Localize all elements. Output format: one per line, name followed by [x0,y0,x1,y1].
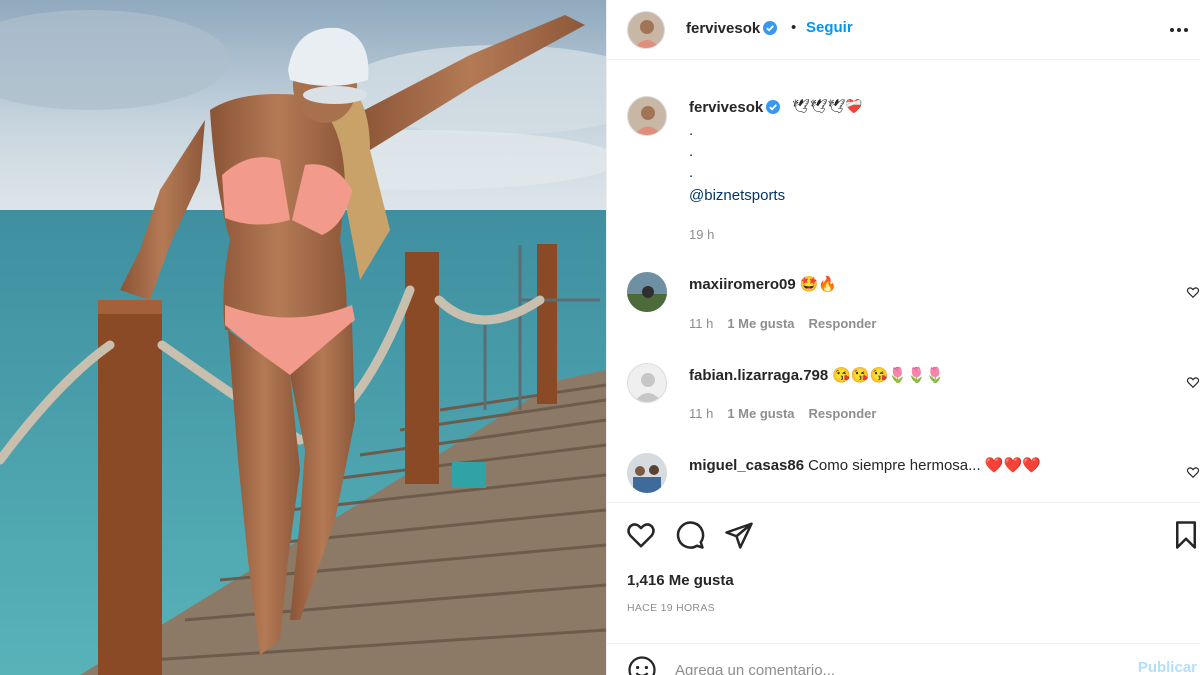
comment-bubble-icon[interactable] [675,520,705,550]
commenter-username[interactable]: maxiiromero09 [689,276,796,293]
post-sidebar: fervivesok • Seguir fervivesok 🕊🕊🕊❤️‍🩹 .… [606,0,1200,675]
paper-plane-icon[interactable] [724,520,754,550]
comment-meta: 11 h 1 Me gusta Responder [689,406,890,421]
comment-body: 🤩🔥 [799,276,838,293]
caption-line: . [689,143,694,160]
caption-username-text: fervivesok [689,99,764,116]
comment-likes[interactable]: 1 Me gusta [727,316,794,331]
post-timestamp[interactable]: HACE 19 HORAS [627,602,715,614]
heart-icon[interactable] [626,520,656,550]
more-options-icon[interactable] [1167,20,1191,40]
commenter-username[interactable]: fabian.lizarraga.798 [689,367,828,384]
comment-text-row: miguel_casas86 Como siempre hermosa... ❤️… [689,456,1041,474]
comment-text-row: fabian.lizarraga.798 😘😘😘🌷🌷🌷 [689,366,944,384]
comment-likes[interactable]: 1 Me gusta [727,406,794,421]
caption-emojis: 🕊🕊🕊❤️‍🩹 [792,98,863,114]
comment-like-heart-icon[interactable] [1186,375,1200,389]
post-photo[interactable] [0,0,606,675]
comment-body: 😘😘😘🌷🌷🌷 [832,367,945,384]
caption-line: . [689,164,694,181]
reply-button[interactable]: Responder [809,406,877,421]
post-header: fervivesok • Seguir [607,0,1200,60]
reply-button[interactable]: Responder [809,316,877,331]
caption-timestamp[interactable]: 19 h [689,227,714,242]
commenter-username[interactable]: miguel_casas86 [689,457,804,474]
author-username[interactable]: fervivesok [686,20,778,37]
follow-button[interactable]: Seguir [806,19,853,36]
comment-input[interactable] [675,658,1115,675]
commenter-avatar[interactable] [627,363,667,403]
comment-meta: 11 h 1 Me gusta Responder [689,316,890,331]
emoji-smiley-icon[interactable] [627,655,657,675]
comment-time[interactable]: 11 h [689,316,713,331]
author-avatar[interactable] [627,11,665,49]
publish-button[interactable]: Publicar [1138,659,1197,675]
verified-badge-icon [763,21,778,35]
author-username-text: fervivesok [686,20,761,37]
caption-avatar[interactable] [627,96,667,136]
photo-scene [0,0,606,675]
caption-username[interactable]: fervivesok [689,99,781,116]
comment-time[interactable]: 11 h [689,406,713,421]
caption-mention-link[interactable]: @biznetsports [689,187,785,204]
comment-text-row: maxiiromero09 🤩🔥 [689,275,837,293]
comment-like-heart-icon[interactable] [1186,465,1200,479]
add-comment-bar: Publicar [607,643,1200,675]
commenter-avatar[interactable] [627,453,667,493]
header-separator: • [791,19,797,36]
comment-like-heart-icon[interactable] [1186,285,1200,299]
caption-line: . [689,122,694,139]
commenter-avatar[interactable] [627,272,667,312]
comment-body: Como siempre hermosa... ❤️❤️❤️ [808,457,1041,474]
post-actions: 1,416 Me gusta HACE 19 HORAS Publicar [607,502,1200,675]
likes-count[interactable]: 1,416 Me gusta [627,572,734,589]
verified-badge-icon [766,100,781,114]
bookmark-icon[interactable] [1171,520,1200,550]
